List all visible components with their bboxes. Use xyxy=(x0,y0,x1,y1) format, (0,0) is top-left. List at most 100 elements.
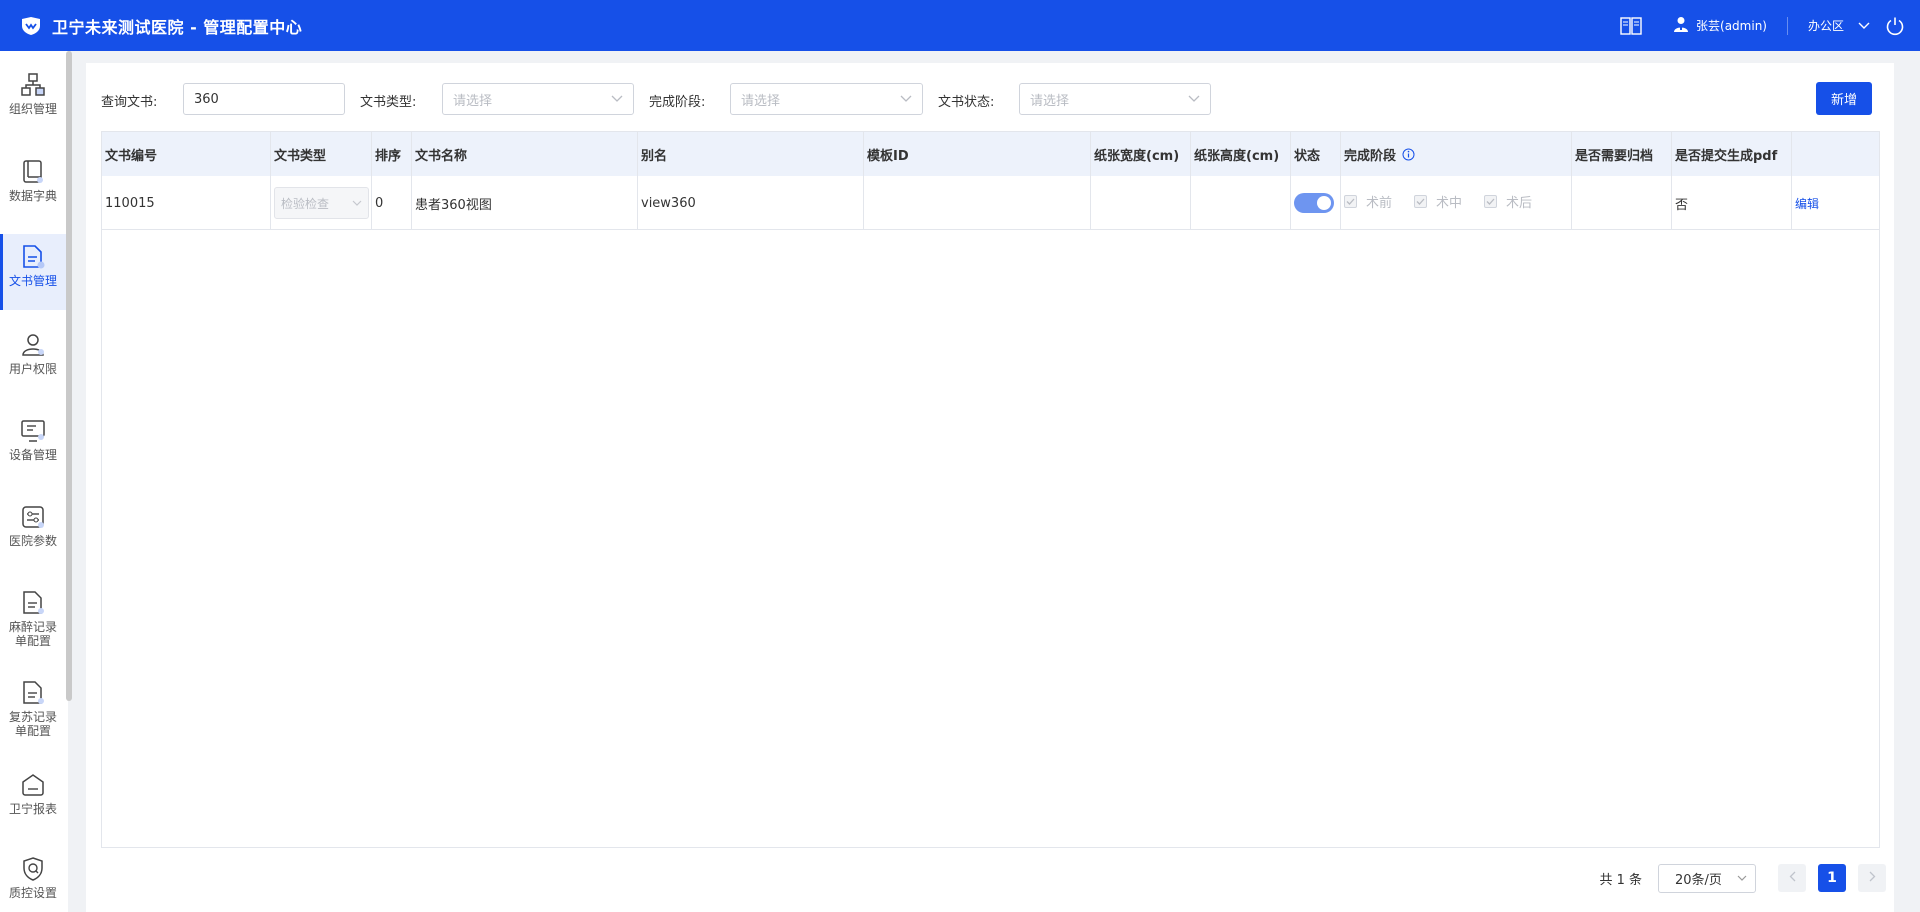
stage-checkbox-post[interactable]: 术后 xyxy=(1484,192,1532,211)
sidebar-item-label: 质控设置 xyxy=(8,886,57,900)
row-type-select[interactable]: 检验检查 xyxy=(274,187,369,219)
sidebar-item-quality-control[interactable]: 质控设置 xyxy=(0,852,66,900)
chevron-down-icon xyxy=(1737,871,1747,886)
stage-label: 术中 xyxy=(1436,196,1463,211)
column-header: 别名 xyxy=(638,132,864,176)
doc-status-select[interactable]: 请选择 xyxy=(1019,83,1211,115)
column-header-label: 完成阶段 xyxy=(1344,148,1397,164)
sidebar-item-label: 卫宁报表 xyxy=(8,802,57,816)
column-header: 排序 xyxy=(372,132,412,176)
power-icon[interactable] xyxy=(1884,15,1906,37)
sidebar-item-org[interactable]: 组织管理 xyxy=(0,68,66,116)
org-chart-icon xyxy=(16,68,50,102)
filter-bar: 查询文书: 360 文书类型: 请选择 完成阶段: 请选择 文书状态: 请选择 … xyxy=(86,63,1894,133)
main-content: 查询文书: 360 文书类型: 请选择 完成阶段: 请选择 文书状态: 请选择 … xyxy=(86,63,1894,912)
chevron-down-icon xyxy=(1858,22,1870,30)
sidebar-item-label: 麻醉记录单配置 xyxy=(8,620,57,648)
logo-icon xyxy=(20,15,42,37)
column-header: 状态 xyxy=(1291,132,1341,176)
cell-order: 0 xyxy=(372,176,412,230)
doc-search-value: 360 xyxy=(194,91,219,107)
info-icon[interactable] xyxy=(1402,148,1415,161)
dictionary-icon xyxy=(16,155,50,189)
page-number-button[interactable]: 1 xyxy=(1818,864,1846,892)
cell-pdf: 否 xyxy=(1672,176,1792,230)
book-icon[interactable] xyxy=(1618,13,1644,39)
table-row: 110015 检验检查 0 患者360视图 view360 术前 术中 术后 否… xyxy=(102,176,1879,230)
app-title: 卫宁未来测试医院 - 管理配置中心 xyxy=(52,17,303,37)
column-header-stage: 完成阶段 xyxy=(1341,132,1572,176)
recovery-record-icon xyxy=(16,676,50,710)
sidebar-item-label: 医院参数 xyxy=(8,534,57,548)
pagination: 共 1 条 20条/页 1 xyxy=(1599,863,1886,893)
cell-archive xyxy=(1572,176,1672,230)
user-icon xyxy=(1674,16,1689,36)
user-name: 张芸(admin) xyxy=(1696,19,1767,33)
cell-paper-height xyxy=(1191,176,1291,230)
sidebar-item-label: 用户权限 xyxy=(8,362,57,376)
document-icon xyxy=(16,240,50,274)
prev-page-button[interactable] xyxy=(1778,864,1806,892)
cell-status xyxy=(1291,176,1341,230)
sidebar-item-label: 复苏记录单配置 xyxy=(8,710,57,738)
sidebar-item-reports[interactable]: 卫宁报表 xyxy=(0,768,66,816)
sidebar-item-devices[interactable]: 设备管理 xyxy=(0,414,66,462)
user-permission-icon xyxy=(16,328,50,362)
column-header: 模板ID xyxy=(864,132,1091,176)
cell-alias: view360 xyxy=(638,176,864,230)
chevron-down-icon xyxy=(611,92,623,107)
documents-table: 文书编号 文书类型 排序 文书名称 别名 模板ID 纸张宽度(cm) 纸张高度(… xyxy=(101,131,1880,848)
doc-type-label: 文书类型: xyxy=(360,95,417,110)
column-header: 纸张高度(cm) xyxy=(1191,132,1291,176)
doc-type-select[interactable]: 请选择 xyxy=(442,83,634,115)
new-button[interactable]: 新增 xyxy=(1816,82,1872,115)
stage-checkbox-intra[interactable]: 术中 xyxy=(1414,192,1462,211)
stage-label: 术前 xyxy=(1366,196,1393,211)
sidebar-item-hospital-params[interactable]: 医院参数 xyxy=(0,500,66,548)
anesthesia-record-icon xyxy=(16,586,50,620)
chevron-left-icon xyxy=(1789,871,1796,886)
sidebar-item-label: 文书管理 xyxy=(8,274,57,288)
sidebar-item-user-permission[interactable]: 用户权限 xyxy=(0,328,66,376)
user-menu[interactable]: 张芸(admin) xyxy=(1674,16,1767,36)
check-icon xyxy=(1484,195,1498,208)
sidebar-item-dictionary[interactable]: 数据字典 xyxy=(0,155,66,203)
cell-code: 110015 xyxy=(102,176,271,230)
page-size-select[interactable]: 20条/页 xyxy=(1658,863,1756,893)
cell-paper-width xyxy=(1091,176,1191,230)
doc-type-placeholder: 请选择 xyxy=(453,93,493,109)
sidebar-item-recovery-record[interactable]: 复苏记录单配置 xyxy=(0,676,66,738)
page-size-value: 20条/页 xyxy=(1675,872,1722,888)
cell-name: 患者360视图 xyxy=(412,176,638,230)
stage-select[interactable]: 请选择 xyxy=(730,83,923,115)
chevron-right-icon xyxy=(1869,871,1876,886)
edit-link[interactable]: 编辑 xyxy=(1795,195,1819,212)
cell-type: 检验检查 xyxy=(271,176,372,230)
doc-search-input[interactable]: 360 xyxy=(183,83,345,115)
status-toggle[interactable] xyxy=(1294,193,1334,213)
column-header: 文书编号 xyxy=(102,132,271,176)
total-count: 共 1 条 xyxy=(1599,872,1642,888)
sidebar-item-documents[interactable]: 文书管理 xyxy=(0,234,66,310)
zone-selector[interactable]: 办公区 xyxy=(1808,17,1870,34)
header-divider xyxy=(1786,16,1788,35)
sidebar-item-label: 组织管理 xyxy=(8,102,57,116)
table-header: 文书编号 文书类型 排序 文书名称 别名 模板ID 纸张宽度(cm) 纸张高度(… xyxy=(102,132,1879,176)
column-header: 文书类型 xyxy=(271,132,372,176)
sidebar-scrollbar[interactable] xyxy=(66,51,72,701)
check-icon xyxy=(1344,195,1357,208)
doc-status-placeholder: 请选择 xyxy=(1030,93,1070,109)
next-page-button[interactable] xyxy=(1858,864,1886,892)
stage-label: 完成阶段: xyxy=(649,95,706,110)
sidebar-item-anesthesia-record[interactable]: 麻醉记录单配置 xyxy=(0,586,66,648)
report-icon xyxy=(16,768,50,802)
column-header: 是否提交生成pdf xyxy=(1672,132,1792,176)
stage-placeholder: 请选择 xyxy=(741,93,781,109)
column-header: 文书名称 xyxy=(412,132,638,176)
cell-stages: 术前 术中 术后 xyxy=(1341,176,1572,230)
top-header: 卫宁未来测试医院 - 管理配置中心 张芸(admin) 办公区 xyxy=(0,0,1920,51)
monitor-icon xyxy=(16,414,50,448)
stage-checkbox-pre[interactable]: 术前 xyxy=(1344,192,1392,211)
sidebar-item-label: 设备管理 xyxy=(8,448,57,462)
column-header: 是否需要归档 xyxy=(1572,132,1672,176)
